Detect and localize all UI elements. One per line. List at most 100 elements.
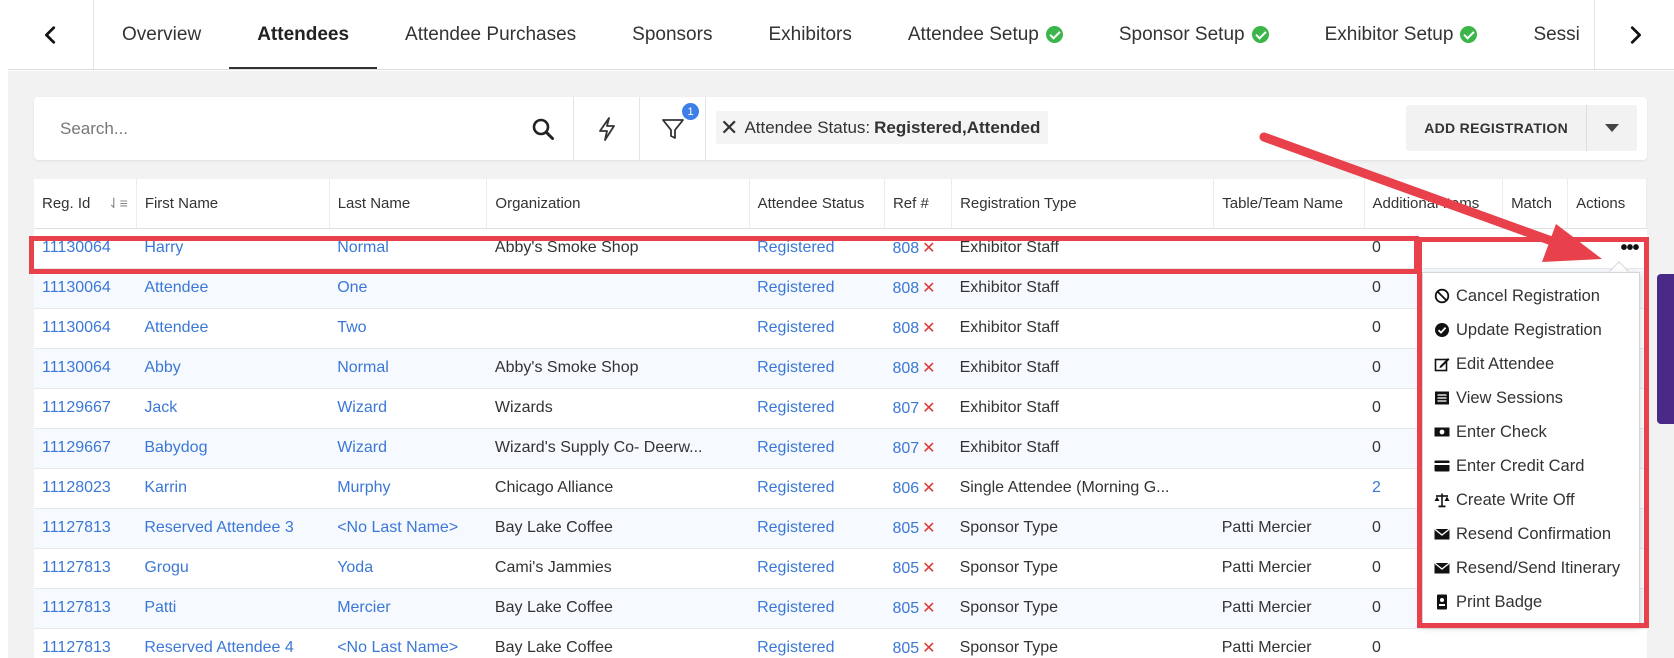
cell-value[interactable]: Karrin xyxy=(144,479,187,496)
cell-value[interactable]: 11128023 xyxy=(42,479,111,496)
cell-value[interactable]: 806 xyxy=(892,480,919,497)
cell-value[interactable]: Mercier xyxy=(337,599,390,616)
quick-actions-button[interactable] xyxy=(574,97,640,160)
tabs-scroll-right-button[interactable] xyxy=(1594,0,1674,69)
column-header-table-team-name[interactable]: Table/Team Name xyxy=(1213,179,1365,229)
cell-value[interactable]: Jack xyxy=(144,399,177,416)
table-row[interactable]: 11127813 Patti Mercier Bay Lake Coffee Regis… xyxy=(34,588,1647,629)
cell-value[interactable]: 805 xyxy=(892,600,919,617)
cell-value[interactable]: 11130064 xyxy=(42,319,111,336)
cell-value[interactable]: 2 xyxy=(1372,479,1381,496)
cell-value[interactable]: <No Last Name> xyxy=(337,639,458,656)
side-help-tab[interactable] xyxy=(1657,274,1674,424)
cell-value[interactable]: Patti xyxy=(144,599,176,616)
column-header-registration-type[interactable]: Registration Type xyxy=(951,179,1215,229)
cell-value[interactable]: 808 xyxy=(892,360,919,377)
cell-value[interactable]: Registered xyxy=(757,599,834,616)
cell-value[interactable]: Registered xyxy=(757,399,834,416)
cell-value[interactable]: Grogu xyxy=(144,559,188,576)
table-row[interactable]: 11128023 Karrin Murphy Chicago Alliance Regi… xyxy=(34,468,1647,509)
cell-value[interactable]: 805 xyxy=(892,560,919,577)
column-header-ref-[interactable]: Ref # xyxy=(884,179,953,229)
cell-value[interactable]: Registered xyxy=(757,439,834,456)
column-header-reg-id[interactable]: Reg. Id ⇃≡ xyxy=(34,179,137,229)
cell-value[interactable]: Registered xyxy=(757,639,834,656)
cell-value[interactable]: Yoda xyxy=(337,559,373,576)
cell-value[interactable]: <No Last Name> xyxy=(337,519,458,536)
cell-value[interactable]: Two xyxy=(337,319,366,336)
table-row[interactable]: 11130064 Abby Normal Abby's Smoke Shop Regis… xyxy=(34,348,1647,389)
remove-ref-icon[interactable]: ✕ xyxy=(922,400,935,417)
remove-ref-icon[interactable]: ✕ xyxy=(922,280,935,297)
search-icon[interactable] xyxy=(531,117,555,141)
cell-value[interactable]: 11130064 xyxy=(42,359,111,376)
cell-value[interactable]: Attendee xyxy=(144,319,208,336)
add-registration-dropdown-button[interactable] xyxy=(1587,105,1637,151)
column-header-first-name[interactable]: First Name xyxy=(136,179,330,229)
remove-ref-icon[interactable]: ✕ xyxy=(922,600,935,617)
tab-exhibitors[interactable]: Exhibitors xyxy=(740,0,879,69)
cell-value[interactable]: 805 xyxy=(892,520,919,537)
column-header-match[interactable]: Match xyxy=(1502,179,1569,229)
cell-value[interactable]: 808 xyxy=(892,280,919,297)
cell-value[interactable]: 805 xyxy=(892,640,919,657)
cell-value[interactable]: 11127813 xyxy=(42,599,111,616)
tab-overview[interactable]: Overview xyxy=(94,0,229,69)
column-header-organization[interactable]: Organization xyxy=(486,179,750,229)
remove-ref-icon[interactable]: ✕ xyxy=(922,520,935,537)
close-icon[interactable]: ✕ xyxy=(720,116,738,139)
tab-sessi[interactable]: Sessi xyxy=(1505,0,1594,69)
column-header-attendee-status[interactable]: Attendee Status xyxy=(749,179,885,229)
table-row[interactable]: 11130064 Attendee Two Registered 808 ✕ Exhibit… xyxy=(34,308,1647,349)
cell-value[interactable]: 11127813 xyxy=(42,639,111,656)
column-header-last-name[interactable]: Last Name xyxy=(329,179,488,229)
search-input[interactable] xyxy=(60,118,531,139)
tab-attendee-purchases[interactable]: Attendee Purchases xyxy=(377,0,604,69)
remove-ref-icon[interactable]: ✕ xyxy=(922,560,935,577)
tab-attendees[interactable]: Attendees xyxy=(229,0,377,69)
cell-value[interactable]: 11127813 xyxy=(42,559,111,576)
cell-value[interactable]: Murphy xyxy=(337,479,390,496)
cell-value[interactable]: 807 xyxy=(892,440,919,457)
cell-value[interactable]: Reserved Attendee 4 xyxy=(144,639,293,656)
remove-ref-icon[interactable]: ✕ xyxy=(922,360,935,377)
cell-value[interactable]: Registered xyxy=(757,559,834,576)
filter-button[interactable]: 1 xyxy=(640,97,706,160)
table-row[interactable]: 11129667 Jack Wizard Wizards Registered 807 ✕ E… xyxy=(34,388,1647,429)
cell-value[interactable]: 11129667 xyxy=(42,439,111,456)
table-row[interactable]: 11127813 Reserved Attendee 3 <No Last Name… xyxy=(34,508,1647,549)
cell-value[interactable]: Registered xyxy=(757,359,834,376)
remove-ref-icon[interactable]: ✕ xyxy=(922,480,935,497)
remove-ref-icon[interactable]: ✕ xyxy=(922,320,935,337)
remove-ref-icon[interactable]: ✕ xyxy=(922,640,935,657)
cell-value[interactable]: 11130064 xyxy=(42,279,111,296)
cell-value[interactable]: Reserved Attendee 3 xyxy=(144,519,293,536)
table-row[interactable]: 11130064 Attendee One Registered 808 ✕ Exhibit… xyxy=(34,268,1647,309)
cell-value[interactable]: Babydog xyxy=(144,439,207,456)
table-row[interactable]: 11127813 Grogu Yoda Cami's Jammies Registere… xyxy=(34,548,1647,589)
cell-value[interactable]: One xyxy=(337,279,367,296)
add-registration-button[interactable]: ADD REGISTRATION xyxy=(1406,105,1587,151)
cell-value[interactable]: Wizard xyxy=(337,439,387,456)
tabs-scroll-left-button[interactable] xyxy=(8,0,94,69)
cell-value[interactable]: Attendee xyxy=(144,279,208,296)
cell-value[interactable]: Normal xyxy=(337,359,389,376)
cell-value[interactable]: Registered xyxy=(757,319,834,336)
column-header-actions[interactable]: Actions xyxy=(1567,179,1647,229)
column-header-additional-items[interactable]: Additional Items xyxy=(1364,179,1504,229)
sort-icon[interactable]: ⇃≡ xyxy=(108,195,128,212)
cell-value[interactable]: 11129667 xyxy=(42,399,111,416)
tab-attendee-setup[interactable]: Attendee Setup xyxy=(880,0,1091,69)
tab-sponsors[interactable]: Sponsors xyxy=(604,0,740,69)
tab-sponsor-setup[interactable]: Sponsor Setup xyxy=(1091,0,1297,69)
tab-exhibitor-setup[interactable]: Exhibitor Setup xyxy=(1297,0,1506,69)
remove-ref-icon[interactable]: ✕ xyxy=(922,440,935,457)
cell-value[interactable]: Wizard xyxy=(337,399,387,416)
cell-value[interactable]: 808 xyxy=(892,320,919,337)
cell-value[interactable]: 11127813 xyxy=(42,519,111,536)
cell-value[interactable]: Registered xyxy=(757,519,834,536)
table-row[interactable]: 11129667 Babydog Wizard Wizard's Supply Co-… xyxy=(34,428,1647,469)
cell-value[interactable]: 807 xyxy=(892,400,919,417)
cell-value[interactable]: Abby xyxy=(144,359,180,376)
cell-value[interactable]: Registered xyxy=(757,479,834,496)
